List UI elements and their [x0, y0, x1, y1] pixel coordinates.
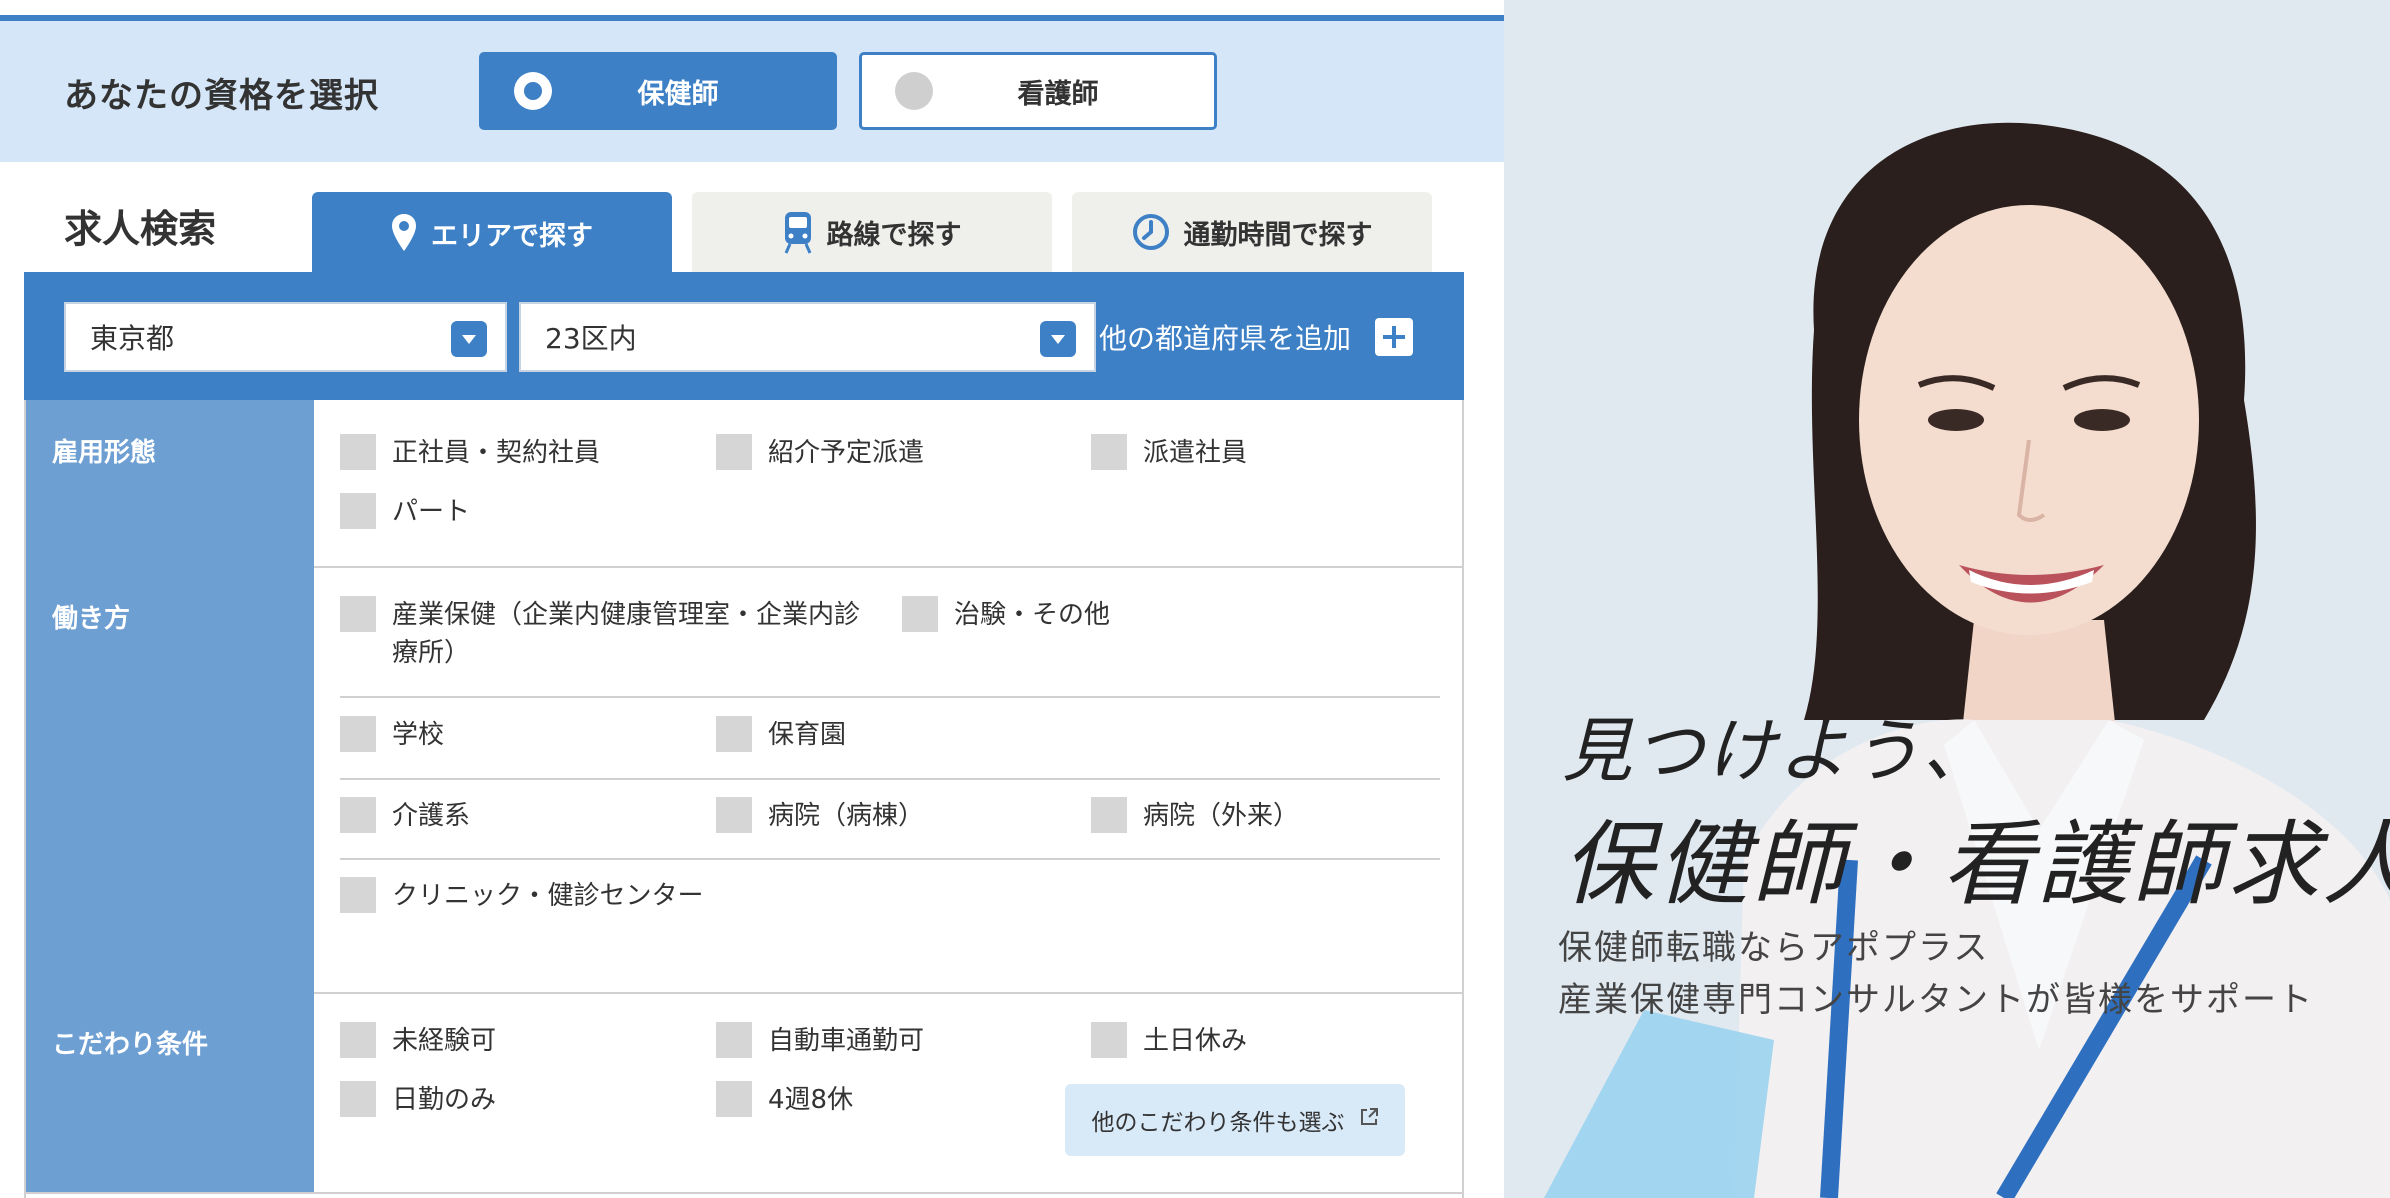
map-pin-icon	[391, 213, 417, 253]
more-preferences-button[interactable]: 他のこだわり条件も選ぶ	[1065, 1084, 1405, 1156]
checkbox[interactable]	[340, 434, 376, 470]
divider	[340, 696, 1440, 698]
checkbox[interactable]	[340, 493, 376, 529]
checkbox-option[interactable]: 派遣社員	[1091, 434, 1247, 472]
option-label: クリニック・健診センター	[392, 881, 704, 911]
option-label: 4週8休	[768, 1085, 854, 1115]
qualification-title: あなたの資格を選択	[64, 76, 379, 116]
qualification-option-nurse[interactable]: 看護師	[859, 52, 1217, 130]
option-label: 未経験可	[392, 1026, 497, 1056]
tab-commute[interactable]: 通勤時間で探す	[1072, 192, 1432, 272]
checkbox-option[interactable]: クリニック・健診センター	[340, 877, 710, 915]
workstyle-header: 働き方	[26, 566, 314, 992]
checkbox-option[interactable]: 治験・その他	[902, 596, 1110, 634]
checkbox-option[interactable]: 4週8休	[716, 1081, 853, 1119]
tab-line[interactable]: 路線で探す	[692, 192, 1052, 272]
option-label: 保育園	[768, 720, 847, 750]
preferences-header: こだわり条件	[26, 992, 314, 1192]
add-prefecture-label: 他の都道府県を追加	[1099, 322, 1352, 355]
chevron-down-icon	[451, 321, 487, 357]
employment-row: 雇用形態 正社員・契約社員 紹介予定派遣 派遣社員 パート	[26, 400, 1462, 568]
tab-area-label: エリアで探す	[431, 220, 593, 252]
option-label: 自動車通勤可	[768, 1026, 925, 1056]
plus-icon	[1375, 318, 1414, 356]
option-label: 産業保健（企業内健康管理室・企業内診療所）	[392, 600, 861, 668]
hero-subtext-line-1: 保健師転職ならアポプラス	[1558, 928, 1990, 968]
clock-icon	[1132, 213, 1170, 251]
option-label: 派遣社員	[1143, 438, 1248, 468]
option-label: 介護系	[392, 801, 471, 831]
conditions-table: 雇用形態 正社員・契約社員 紹介予定派遣 派遣社員 パート 働き方 産業保健（企…	[24, 400, 1464, 1198]
prefecture-select[interactable]: 東京都	[64, 302, 507, 372]
hero-headline-1: 見つけよう、	[1562, 710, 1994, 792]
checkbox-option[interactable]: パート	[340, 493, 470, 531]
option-label: 病院（外来）	[1143, 801, 1300, 831]
option-label: 正社員・契約社員	[392, 438, 601, 468]
checkbox-option[interactable]: 紹介予定派遣	[716, 434, 924, 472]
checkbox-option[interactable]: 産業保健（企業内健康管理室・企業内診療所）	[340, 596, 860, 672]
option-label: 治験・その他	[954, 600, 1111, 630]
checkbox[interactable]	[716, 797, 752, 833]
checkbox-option[interactable]: 学校	[340, 716, 444, 754]
tab-line-label: 路線で探す	[826, 219, 962, 251]
checkbox[interactable]	[340, 1081, 376, 1117]
city-value: 23区内	[545, 322, 637, 355]
prefecture-value: 東京都	[90, 322, 175, 355]
tab-commute-label: 通勤時間で探す	[1183, 219, 1373, 251]
more-preferences-label: 他のこだわり条件も選ぶ	[1091, 1110, 1345, 1136]
chevron-down-icon	[1040, 321, 1076, 357]
checkbox[interactable]	[716, 1081, 752, 1117]
checkbox[interactable]	[340, 877, 376, 913]
hero-subtext-line-2: 産業保健専門コンサルタントが皆様をサポート	[1558, 980, 2314, 1020]
option-label: 土日休み	[1143, 1026, 1248, 1056]
train-icon	[783, 210, 813, 254]
checkbox-option[interactable]: 病院（病棟）	[716, 797, 924, 835]
qualification-option-public-health-nurse[interactable]: 保健師	[479, 52, 837, 130]
preferences-row: こだわり条件 未経験可 自動車通勤可 土日休み 日勤のみ 4週8休 他のこだわり…	[26, 992, 1462, 1194]
checkbox[interactable]	[902, 596, 938, 632]
divider	[340, 778, 1440, 780]
workstyle-row: 働き方 産業保健（企業内健康管理室・企業内診療所） 治験・その他 学校 保育園 …	[26, 566, 1462, 994]
option-label: 病院（病棟）	[768, 801, 925, 831]
employment-header: 雇用形態	[26, 400, 314, 566]
area-select-bar: 東京都 23区内 他の都道府県を追加	[24, 272, 1464, 400]
checkbox[interactable]	[1091, 797, 1127, 833]
checkbox-option[interactable]: 土日休み	[1091, 1022, 1247, 1060]
checkbox[interactable]	[1091, 1022, 1127, 1058]
option-label: 学校	[392, 720, 445, 750]
checkbox-option[interactable]: 正社員・契約社員	[340, 434, 600, 472]
option-label: 日勤のみ	[392, 1085, 497, 1115]
checkbox[interactable]	[716, 716, 752, 752]
checkbox-option[interactable]: 病院（外来）	[1091, 797, 1299, 835]
checkbox-option[interactable]: 保育園	[716, 716, 846, 754]
checkbox[interactable]	[340, 596, 376, 632]
option-label: 紹介予定派遣	[768, 438, 925, 468]
checkbox[interactable]	[716, 434, 752, 470]
checkbox[interactable]	[1091, 434, 1127, 470]
external-link-icon	[1359, 1107, 1379, 1133]
tab-area[interactable]: エリアで探す	[312, 192, 672, 274]
hero-banner: 見つけよう、 保健師・看護師求人 保健師転職ならアポプラス 産業保健専門コンサル…	[1504, 0, 2390, 1198]
add-prefecture-button[interactable]: 他の都道府県を追加	[1099, 317, 1414, 357]
hero-headline-2: 保健師・看護師求人	[1562, 811, 2390, 918]
search-title: 求人検索	[64, 207, 217, 251]
checkbox-option[interactable]: 日勤のみ	[340, 1081, 496, 1119]
checkbox-option[interactable]: 未経験可	[340, 1022, 496, 1060]
checkbox[interactable]	[340, 716, 376, 752]
qualification-option-label: 看護師	[1017, 78, 1099, 110]
option-label: パート	[392, 497, 471, 527]
checkbox[interactable]	[340, 1022, 376, 1058]
city-select[interactable]: 23区内	[519, 302, 1096, 372]
checkbox[interactable]	[716, 1022, 752, 1058]
checkbox-option[interactable]: 介護系	[340, 797, 470, 835]
checkbox[interactable]	[340, 797, 376, 833]
qualification-option-label: 保健師	[637, 78, 719, 110]
checkbox-option[interactable]: 自動車通勤可	[716, 1022, 924, 1060]
divider	[340, 858, 1440, 860]
hero-subtext: 保健師転職ならアポプラス 産業保健専門コンサルタントが皆様をサポート	[1558, 922, 2314, 1026]
